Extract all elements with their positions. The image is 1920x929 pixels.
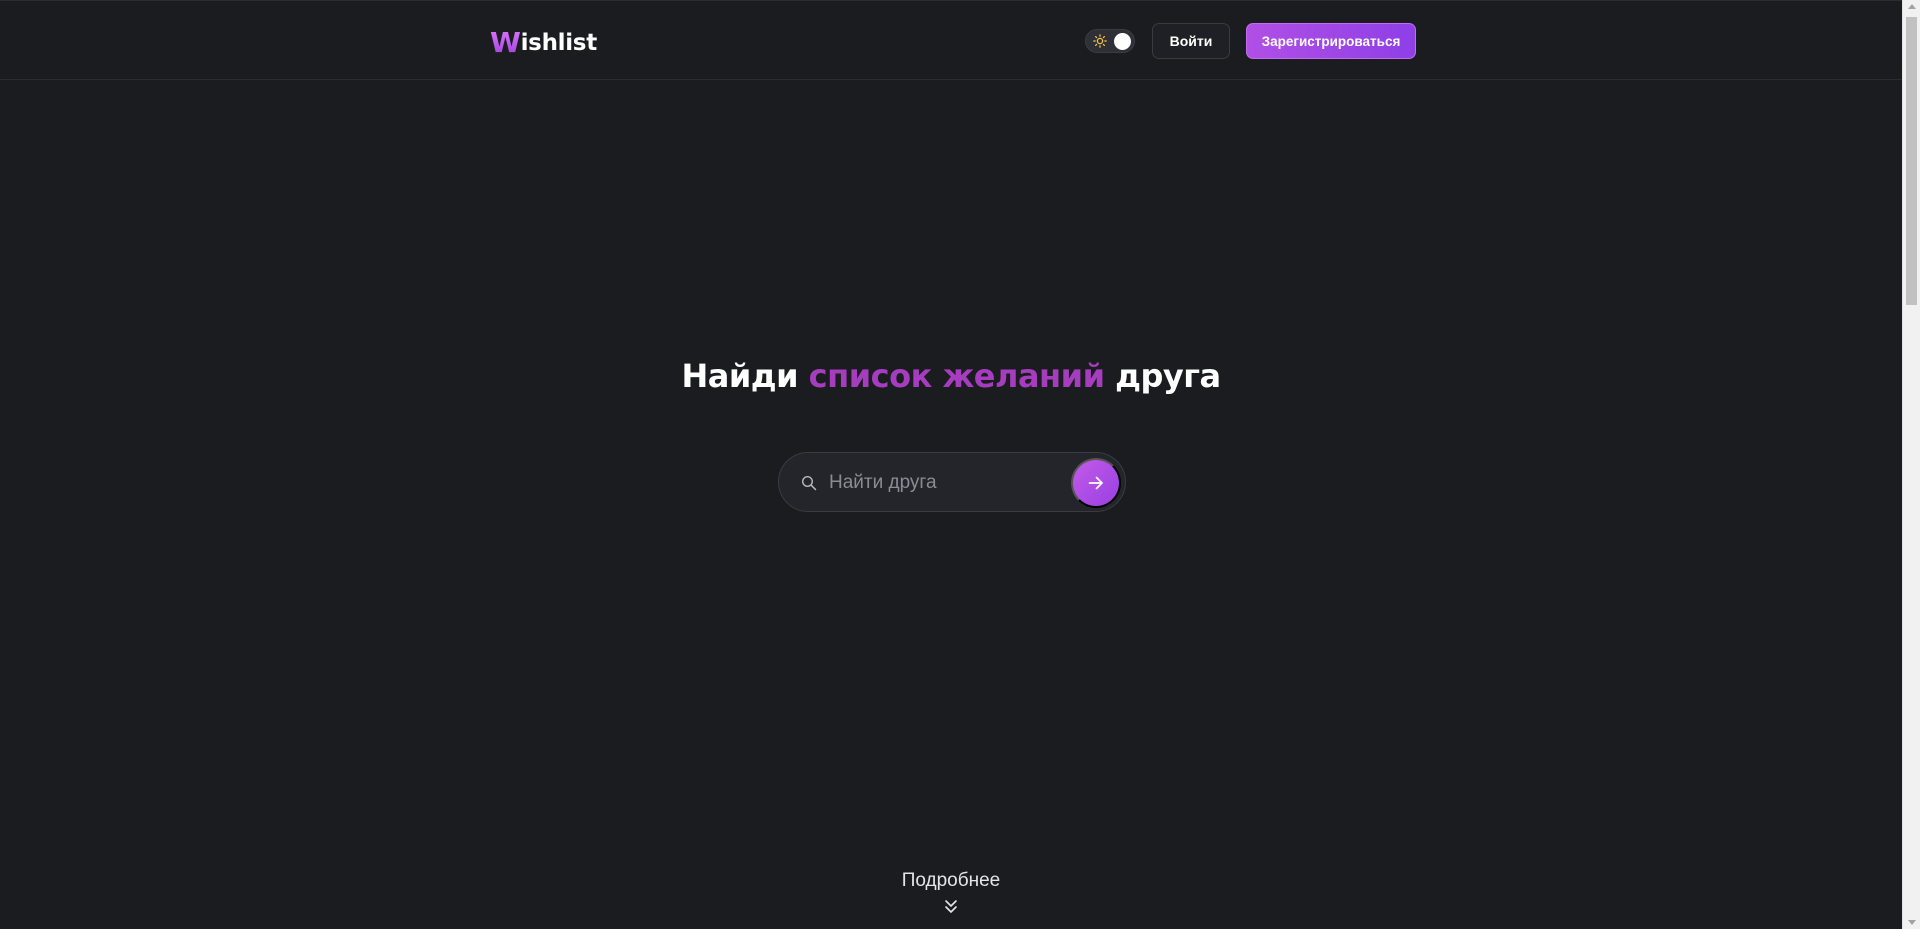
search-icon — [801, 475, 817, 491]
theme-toggle[interactable] — [1085, 29, 1135, 53]
top-header: Wishlist Войти Зарегистрироваться — [0, 0, 1902, 80]
logo[interactable]: Wishlist — [490, 26, 597, 59]
scroll-down-arrow-icon[interactable] — [1908, 920, 1916, 925]
double-chevron-down-icon[interactable] — [944, 898, 958, 914]
hero-title-accent: список желаний — [808, 357, 1105, 395]
search-input[interactable] — [829, 465, 1049, 501]
sun-icon — [1093, 34, 1107, 48]
page: Wishlist Войти Зарегистрироваться Найди … — [0, 0, 1920, 929]
search-submit-button[interactable] — [1071, 458, 1121, 508]
hero-title-start: Найди — [681, 357, 809, 395]
scroll-up-arrow-icon[interactable] — [1908, 4, 1916, 9]
more-link-label[interactable]: Подробнее — [0, 870, 1902, 892]
hero-title-end: друга — [1104, 357, 1221, 395]
arrow-right-icon — [1088, 476, 1103, 490]
friend-search-box — [778, 452, 1126, 512]
login-button[interactable]: Войти — [1152, 23, 1230, 59]
page-scrollbar[interactable] — [1902, 0, 1920, 929]
logo-initial: W — [490, 26, 521, 59]
toggle-knob — [1114, 33, 1131, 50]
scroll-thumb[interactable] — [1906, 17, 1917, 305]
logo-text: ishlist — [520, 29, 598, 56]
hero-title: Найди список желаний друга — [0, 357, 1902, 395]
register-button[interactable]: Зарегистрироваться — [1246, 23, 1416, 59]
